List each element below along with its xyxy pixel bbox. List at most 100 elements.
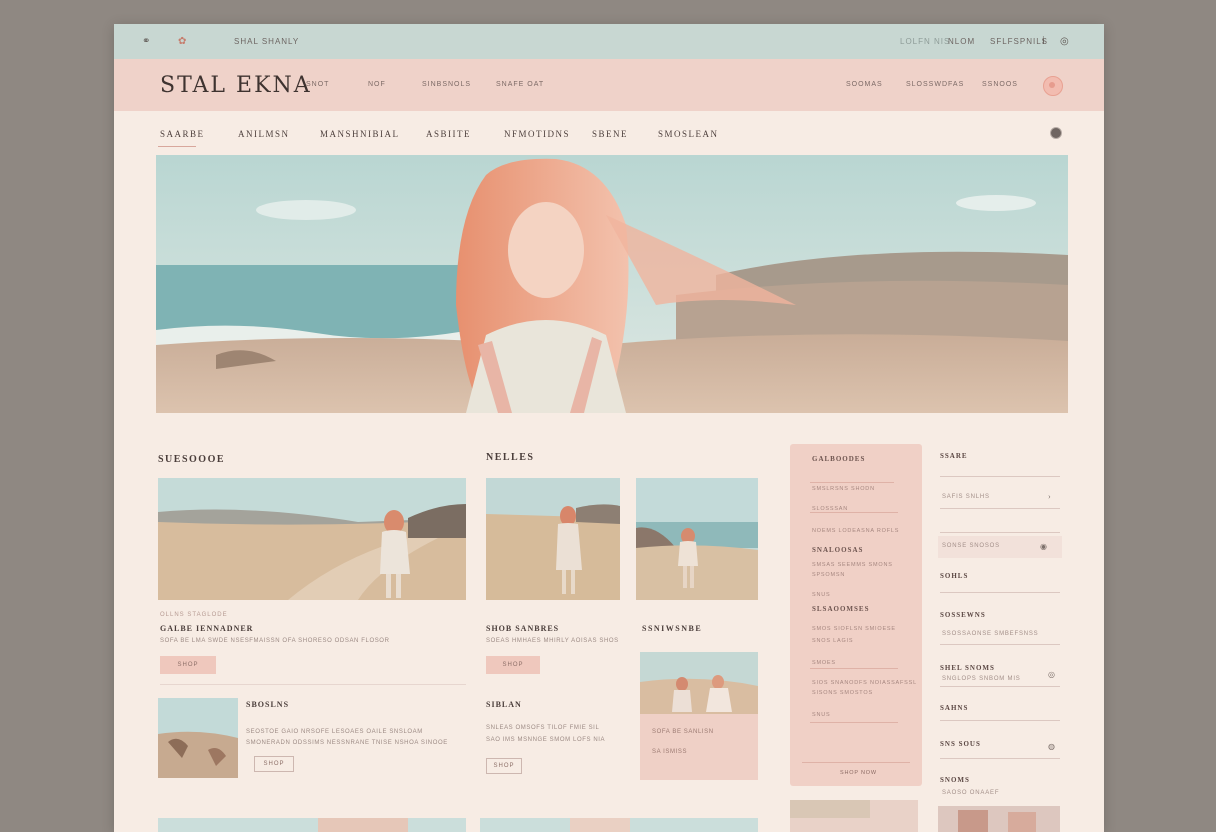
utility-link-2[interactable]: NLOM xyxy=(948,37,975,46)
product-image-3[interactable] xyxy=(636,478,758,600)
category-1[interactable]: SAARBE xyxy=(160,129,205,139)
bottom-image-1[interactable] xyxy=(158,818,466,832)
divider xyxy=(940,644,1060,645)
product-5-button[interactable]: SHOP xyxy=(486,758,522,774)
filter-item-4[interactable]: SMSAS SEEMMS SMONS xyxy=(812,562,893,568)
category-4[interactable]: ASBIITE xyxy=(426,129,471,139)
utility-link-1[interactable]: LOLFN NIS xyxy=(900,37,950,46)
info-icon[interactable]: ◎ xyxy=(1048,670,1055,679)
hero-image xyxy=(156,155,1068,413)
header-nav-1[interactable]: SNOT xyxy=(306,81,329,88)
product-4-desc-1: SEOSTOE GAIO NRSOFE LESOAES OAILE SNSLOA… xyxy=(246,729,423,735)
filter-heading-3: SLSAOOMSES xyxy=(812,605,870,613)
right-heading-6: SNS SOUS xyxy=(940,740,981,748)
filter-item-12[interactable]: SNUS xyxy=(812,712,830,718)
filter-item-8[interactable]: SNOS LAGIS xyxy=(812,638,853,644)
settings-icon[interactable]: ◍ xyxy=(1048,742,1055,751)
divider xyxy=(802,762,910,763)
category-3[interactable]: MANSHNIBIAL xyxy=(320,129,400,139)
utility-link-3[interactable]: SFLFSPNILS xyxy=(990,37,1048,46)
right-item-3b[interactable]: SAONSE SMBEFSNSS xyxy=(962,631,1038,637)
category-7[interactable]: SMOSLEAN xyxy=(658,129,719,139)
cart-icon[interactable] xyxy=(1043,76,1063,96)
link-icon[interactable]: ⚭ xyxy=(142,36,151,47)
product-image-4[interactable] xyxy=(158,698,238,778)
filter-item-6[interactable]: SNUS xyxy=(812,592,830,598)
product-1-desc: SOFA BE LMA SWDE NSESFMAISSN OFA SHORESO… xyxy=(160,638,390,644)
filter-item-11[interactable]: SISONS SMOSTOS xyxy=(812,690,873,696)
header-nav-2[interactable]: NOF xyxy=(368,81,386,88)
option-row-label: SONSE SNOSOS xyxy=(942,543,1000,549)
right-panel-title: SSARE xyxy=(940,452,968,460)
product-1-button[interactable]: SHOP xyxy=(160,656,216,674)
category-5[interactable]: NFMOTIDNS xyxy=(504,129,570,139)
bottom-image-3[interactable] xyxy=(790,800,918,832)
globe-icon[interactable]: ◎ xyxy=(1060,36,1070,47)
section-title-left: SUESOOOE xyxy=(158,454,226,465)
filter-item-1[interactable]: SMSLRSNS SHODN xyxy=(812,486,875,492)
header-link-2[interactable]: SLOSSWDFAS xyxy=(906,81,964,88)
divider xyxy=(940,532,1060,533)
filter-item-5[interactable]: SPSOMSN xyxy=(812,572,845,578)
hero-banner[interactable] xyxy=(156,155,1068,413)
product-2-button[interactable]: SHOP xyxy=(486,656,540,674)
product-2-title[interactable]: SHOB SANBRES xyxy=(486,624,559,633)
category-2[interactable]: ANILMSN xyxy=(238,129,290,139)
filter-item-7[interactable]: SMOS SIOFLSN SMIOESE xyxy=(812,626,896,632)
right-item-7[interactable]: SAOSO ONAAEF xyxy=(942,790,999,796)
right-heading-7: SNOMS xyxy=(940,776,970,784)
utility-bar: ⚭ ✿ SHAL SHANLY LOLFN NIS NLOM SFLFSPNIL… xyxy=(114,24,1104,59)
product-image-1[interactable] xyxy=(158,478,466,600)
filter-item-9[interactable]: SMOES xyxy=(812,660,836,666)
product-5-title[interactable]: SIBLAN xyxy=(486,700,522,709)
promo-card[interactable]: SOFA BE SANLISN SA ISMISS xyxy=(640,652,758,780)
shop-now-button[interactable]: SHOP NOW xyxy=(840,770,877,776)
divider xyxy=(940,592,1060,593)
search-icon[interactable] xyxy=(1050,127,1062,139)
divider xyxy=(810,668,898,669)
promo-line-2: SA ISMISS xyxy=(652,749,688,755)
product-4-title[interactable]: SBOSLNS xyxy=(246,700,289,709)
promo-line-1: SOFA BE SANLISN xyxy=(652,729,714,735)
right-heading-5: SAHNS xyxy=(940,704,969,712)
header-link-1[interactable]: SOOMAS xyxy=(846,81,883,88)
right-heading-2: SOHLS xyxy=(940,572,969,580)
bottom-image-2[interactable] xyxy=(480,818,758,832)
search-field[interactable]: SAFIS SNLHS xyxy=(942,494,990,500)
divider xyxy=(940,508,1060,509)
filter-heading-2: SNALOOSAS xyxy=(812,546,864,554)
toggle-icon[interactable]: ◉ xyxy=(1040,542,1047,551)
product-2-desc: SOEAS HMHAES MHIRLY AOISAS SHOS xyxy=(486,638,619,644)
category-6[interactable]: SBENE xyxy=(592,129,628,139)
product-1-label: OLLNS STAGLODE xyxy=(160,612,228,618)
product-5-desc-1: SNLEAS OMSOFS TILOF FMIE SIL xyxy=(486,725,600,731)
filter-item-3[interactable]: NOEMS LODEASNA ROFLS xyxy=(812,528,899,534)
right-heading-4: SHEL SNOMS xyxy=(940,664,995,672)
bookmark-icon[interactable]: ✿ xyxy=(178,36,187,47)
divider xyxy=(940,686,1060,687)
product-4-button[interactable]: SHOP xyxy=(254,756,294,772)
divider xyxy=(810,722,898,723)
logo[interactable]: STAL EKNA xyxy=(160,73,312,98)
product-1-title[interactable]: GALBE IENNADNER xyxy=(160,624,253,633)
section-title-mid: NELLES xyxy=(486,452,535,463)
divider xyxy=(160,684,466,685)
utility-text: SHAL SHANLY xyxy=(234,37,300,46)
header-nav-3[interactable]: SINBSNOLS xyxy=(422,81,471,88)
product-5-desc-2: SAO IMS MSNNGE SMOM LOFS NIA xyxy=(486,737,606,743)
divider xyxy=(940,720,1060,721)
chevron-right-icon[interactable]: › xyxy=(1048,492,1051,501)
product-image-2[interactable] xyxy=(486,478,620,600)
divider xyxy=(810,512,898,513)
right-item-4[interactable]: SNGLOPS SNBOM MIS xyxy=(942,676,1021,682)
filter-item-10[interactable]: SIOS SNANODFS NOIASSAFSSL xyxy=(812,680,917,686)
bottom-image-4[interactable] xyxy=(938,806,1060,832)
active-category-underline xyxy=(158,146,196,147)
info-icon[interactable]: ⅰ xyxy=(1042,36,1046,47)
filter-card: GALBOODES SMSLRSNS SHODN SLOSSSAN NOEMS … xyxy=(790,444,922,786)
right-item-3a[interactable]: SSOS xyxy=(942,631,962,637)
header-nav-4[interactable]: SNAFE OAT xyxy=(496,81,544,88)
filter-title: GALBOODES xyxy=(812,455,866,463)
page: ⚭ ✿ SHAL SHANLY LOLFN NIS NLOM SFLFSPNIL… xyxy=(114,24,1104,832)
header-link-3[interactable]: SSNOOS xyxy=(982,81,1018,88)
